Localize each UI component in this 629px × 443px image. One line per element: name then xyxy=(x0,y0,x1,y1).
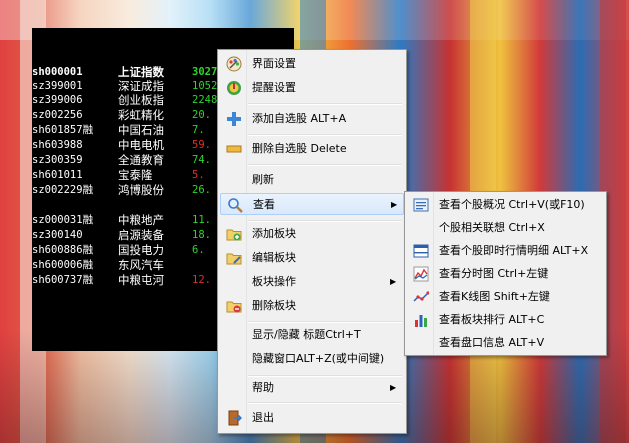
menu-item-exit[interactable]: 退出 xyxy=(220,407,404,429)
stock-name: 深证成指 xyxy=(118,79,164,93)
menu-item-toggle-title[interactable]: 显示/隐藏 标题Ctrl+T xyxy=(220,324,404,346)
stock-name: 启源装备 xyxy=(118,228,164,242)
menu-label: 板块操作 xyxy=(252,275,296,288)
menu-item-add-sector[interactable]: 添加板块 xyxy=(220,223,404,245)
stock-name: 鸿博股份 xyxy=(118,183,164,197)
submenu-arrow-icon: ▶ xyxy=(391,200,398,209)
exit-door-icon xyxy=(226,410,243,426)
menu-label: 界面设置 xyxy=(252,57,296,70)
stock-name: 国投电力 xyxy=(118,243,164,257)
stock-code: sz002256 xyxy=(32,109,83,121)
context-menu: 界面设置 提醒设置 添加自选股 ALT+A 删除自选股 Delete 刷新 查看… xyxy=(217,49,407,434)
submenu-item-market-info[interactable]: 查看盘口信息 ALT+V xyxy=(407,332,604,354)
menu-label: 查看K线图 Shift+左键 xyxy=(439,290,550,303)
kline-chart-icon xyxy=(413,289,430,305)
submenu-arrow-icon: ▶ xyxy=(390,277,397,286)
minus-icon xyxy=(226,141,242,157)
stock-code: sz300140 xyxy=(32,229,83,241)
stock-name: 东风汽车 xyxy=(118,258,164,272)
menu-label: 提醒设置 xyxy=(252,81,296,94)
menu-label: 添加自选股 ALT+A xyxy=(252,112,347,125)
stock-code: sz000031融 xyxy=(32,214,94,226)
menu-label: 查看盘口信息 ALT+V xyxy=(439,336,545,349)
menu-label: 查看分时图 Ctrl+左键 xyxy=(439,267,549,280)
stock-name: 彩虹精化 xyxy=(118,108,164,122)
folder-edit-icon xyxy=(226,250,242,266)
menu-item-alert-settings[interactable]: 提醒设置 xyxy=(220,77,404,99)
folder-delete-icon xyxy=(226,298,242,314)
stock-code: sz399001 xyxy=(32,80,83,92)
menu-item-refresh[interactable]: 刷新 xyxy=(220,169,404,191)
menu-label: 添加板块 xyxy=(252,227,296,240)
menu-label: 刷新 xyxy=(252,173,274,186)
alert-bell-icon xyxy=(226,80,242,96)
menu-label: 删除板块 xyxy=(252,299,296,312)
menu-item-delete-sector[interactable]: 删除板块 xyxy=(220,295,404,317)
submenu-item-overview[interactable]: 查看个股概况 Ctrl+V(或F10) xyxy=(407,194,604,216)
stock-code: sh000001 xyxy=(32,66,83,78)
stock-code: sh601011 xyxy=(32,169,83,181)
menu-label: 查看个股即时行情明细 ALT+X xyxy=(439,244,589,257)
stock-name: 中国石油 xyxy=(118,123,164,137)
menu-label: 查看板块排行 ALT+C xyxy=(439,313,545,326)
menu-label: 删除自选股 Delete xyxy=(252,142,347,155)
menu-item-delete-watchlist[interactable]: 删除自选股 Delete xyxy=(220,138,404,160)
menu-label: 隐藏窗口ALT+Z(或中间键) xyxy=(252,352,385,365)
stock-code: sh600006融 xyxy=(32,259,94,271)
menu-item-help[interactable]: 帮助 ▶ xyxy=(220,377,404,399)
menu-label: 个股相关联想 Ctrl+X xyxy=(439,221,545,234)
stock-name: 创业板指 xyxy=(118,93,164,107)
stock-name: 中粮地产 xyxy=(118,213,164,227)
folder-add-icon xyxy=(226,226,242,242)
window-icon xyxy=(413,243,429,259)
menu-label: 帮助 xyxy=(252,381,274,394)
submenu-item-realtime[interactable]: 查看个股即时行情明细 ALT+X xyxy=(407,240,604,262)
stock-code: sh600886融 xyxy=(32,244,94,256)
plus-icon xyxy=(226,111,242,127)
menu-label: 查看 xyxy=(253,198,275,211)
stock-code: sz399006 xyxy=(32,94,83,106)
bar-chart-icon xyxy=(413,312,429,328)
menu-item-hide-window[interactable]: 隐藏窗口ALT+Z(或中间键) xyxy=(220,348,404,370)
menu-label: 编辑板块 xyxy=(252,251,296,264)
stock-code: sz002229融 xyxy=(32,184,94,196)
menu-item-sector-ops[interactable]: 板块操作 ▶ xyxy=(220,271,404,293)
menu-item-view[interactable]: 查看 ▶ xyxy=(220,193,404,215)
stock-name: 宝泰隆 xyxy=(118,168,153,182)
submenu-arrow-icon: ▶ xyxy=(390,383,397,392)
view-submenu: 查看个股概况 Ctrl+V(或F10) 个股相关联想 Ctrl+X 查看个股即时… xyxy=(404,191,607,356)
stock-name: 中电电机 xyxy=(118,138,164,152)
magnifier-icon xyxy=(227,197,243,213)
submenu-item-sector-rank[interactable]: 查看板块排行 ALT+C xyxy=(407,309,604,331)
menu-label: 查看个股概况 Ctrl+V(或F10) xyxy=(439,198,585,211)
submenu-item-related[interactable]: 个股相关联想 Ctrl+X xyxy=(407,217,604,239)
menu-label: 显示/隐藏 标题Ctrl+T xyxy=(252,328,361,341)
list-panel-icon xyxy=(413,197,429,213)
menu-label: 退出 xyxy=(252,411,274,424)
stock-name: 上证指数 xyxy=(118,65,164,79)
menu-item-add-watchlist[interactable]: 添加自选股 ALT+A xyxy=(220,108,404,130)
menu-item-edit-sector[interactable]: 编辑板块 xyxy=(220,247,404,269)
stock-code: sh601857融 xyxy=(32,124,94,136)
submenu-item-kline[interactable]: 查看K线图 Shift+左键 xyxy=(407,286,604,308)
stock-code: sz300359 xyxy=(32,154,83,166)
line-chart-icon xyxy=(413,266,429,282)
submenu-item-timeshare[interactable]: 查看分时图 Ctrl+左键 xyxy=(407,263,604,285)
stock-code: sh600737融 xyxy=(32,274,94,286)
menu-item-ui-settings[interactable]: 界面设置 xyxy=(220,53,404,75)
stock-name: 中粮屯河 xyxy=(118,273,164,287)
paint-palette-icon xyxy=(226,56,242,72)
stock-name: 全通教育 xyxy=(118,153,164,167)
stock-code: sh603988 xyxy=(32,139,83,151)
